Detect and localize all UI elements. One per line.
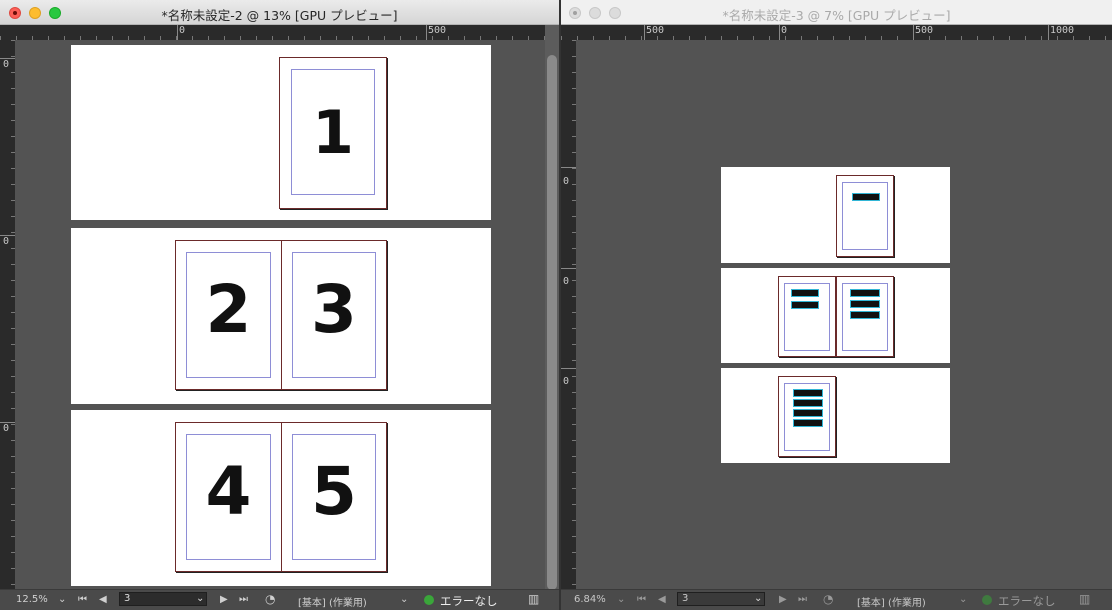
ruler-label: 500 [915,25,934,36]
page-3[interactable]: 3 [281,240,387,390]
page-field-value: 3 [124,593,131,604]
next-page-icon[interactable]: ▶ [220,594,228,605]
ruler-label: 1000 [1050,25,1075,36]
page-1[interactable]: 1 [279,57,387,209]
text-bar [850,289,880,297]
prev-page-icon[interactable]: ◀ [99,594,107,605]
color-profile-label[interactable]: [基本] (作業用) [298,594,367,609]
page-2[interactable]: 2 [175,240,282,390]
horizontal-ruler[interactable]: 500 0 500 1000 [561,25,1112,40]
chevron-down-icon[interactable]: ⌄ [617,594,625,605]
ruler-label: 0 [3,423,10,434]
page-4[interactable] [778,376,836,457]
window-title: *名称未設定-2 @ 13% [GPU プレビュー] [161,8,398,23]
zoom-level[interactable]: 6.84% [574,594,606,605]
page-number-field[interactable]: 3 ⌄ [119,592,207,606]
spread-2[interactable]: 2 3 [71,228,491,404]
ruler-label: 0 [563,376,570,387]
chevron-down-icon[interactable]: ⌄ [58,594,66,605]
spread-1[interactable] [721,167,950,263]
page-4[interactable]: 4 [175,422,282,572]
spread-3[interactable] [721,368,950,463]
page-5[interactable]: 5 [281,422,387,572]
text-bar [793,409,823,417]
ruler-label: 0 [3,59,10,70]
status-bar: 12.5% ⌄ ⏮ ◀ 3 ⌄ ▶ ⏭ ◔ [基本] (作業用) ⌄ エラーなし… [0,589,559,610]
open-page-icon[interactable]: ◔ [265,592,275,606]
window-title: *名称未設定-3 @ 7% [GPU プレビュー] [722,8,951,23]
vertical-ruler[interactable]: 0 0 0 [0,40,15,590]
text-bar [850,300,880,308]
text-bar [793,419,823,427]
spread-2[interactable] [721,268,950,363]
text-bar [852,193,880,201]
page-number-1: 1 [312,98,354,168]
document-window-2[interactable]: *名称未設定-3 @ 7% [GPU プレビュー] 500 0 500 1000… [561,0,1112,610]
preflight-status-icon [424,595,434,605]
page-number-field[interactable]: 3 ⌄ [677,592,765,606]
horizontal-ruler[interactable]: 0 500 [0,25,545,40]
page-3[interactable] [836,276,894,357]
page-number-4: 4 [205,453,252,530]
ruler-label: 500 [428,25,447,36]
document-window-1[interactable]: *名称未設定-2 @ 13% [GPU プレビュー] 0 500 0 0 0 1… [0,0,559,610]
page-number-5: 5 [311,453,357,530]
text-bar [793,389,823,397]
last-page-icon[interactable]: ⏭ [798,594,807,605]
chevron-down-icon[interactable]: ⌄ [400,594,408,605]
spread-toggle-icon[interactable]: ▥ [528,592,539,606]
ruler-label: 0 [179,25,186,36]
page-number-3: 3 [311,271,357,348]
title-bar[interactable]: *名称未設定-2 @ 13% [GPU プレビュー] [0,0,559,25]
scroll-thumb[interactable] [547,55,557,590]
text-bar [791,289,819,297]
ruler-label: 500 [646,25,665,36]
page-1[interactable] [836,175,894,257]
chevron-down-icon[interactable]: ⌄ [196,593,204,605]
next-page-icon[interactable]: ▶ [779,594,787,605]
preflight-status[interactable]: エラーなし [440,593,498,609]
zoom-level[interactable]: 12.5% [16,594,48,605]
vertical-scrollbar[interactable] [545,25,559,590]
first-page-icon[interactable]: ⏮ [637,594,646,605]
page-2[interactable] [778,276,836,357]
color-profile-label[interactable]: [基本] (作業用) [857,594,926,609]
last-page-icon[interactable]: ⏭ [239,594,248,605]
text-bar [850,311,880,319]
chevron-down-icon[interactable]: ⌄ [959,594,967,605]
ruler-label: 0 [3,236,10,247]
preflight-status-icon [982,595,992,605]
page-number-2: 2 [205,271,252,348]
chevron-down-icon[interactable]: ⌄ [754,593,762,605]
page-field-value: 3 [682,593,689,604]
status-bar: 6.84% ⌄ ⏮ ◀ 3 ⌄ ▶ ⏭ ◔ [基本] (作業用) ⌄ エラーなし… [561,589,1112,610]
ruler-label: 0 [781,25,788,36]
spread-toggle-icon[interactable]: ▥ [1079,592,1090,606]
spread-3[interactable]: 4 5 [71,410,491,586]
ruler-label: 0 [563,176,570,187]
text-bar [793,399,823,407]
ruler-label: 0 [563,276,570,287]
title-bar[interactable]: *名称未設定-3 @ 7% [GPU プレビュー] [561,0,1112,25]
text-bar [791,301,819,309]
spread-1[interactable]: 1 [71,45,491,220]
first-page-icon[interactable]: ⏮ [78,594,87,605]
prev-page-icon[interactable]: ◀ [658,594,666,605]
vertical-ruler[interactable]: 0 0 0 [561,40,576,590]
preflight-status[interactable]: エラーなし [998,593,1056,609]
open-page-icon[interactable]: ◔ [823,592,833,606]
